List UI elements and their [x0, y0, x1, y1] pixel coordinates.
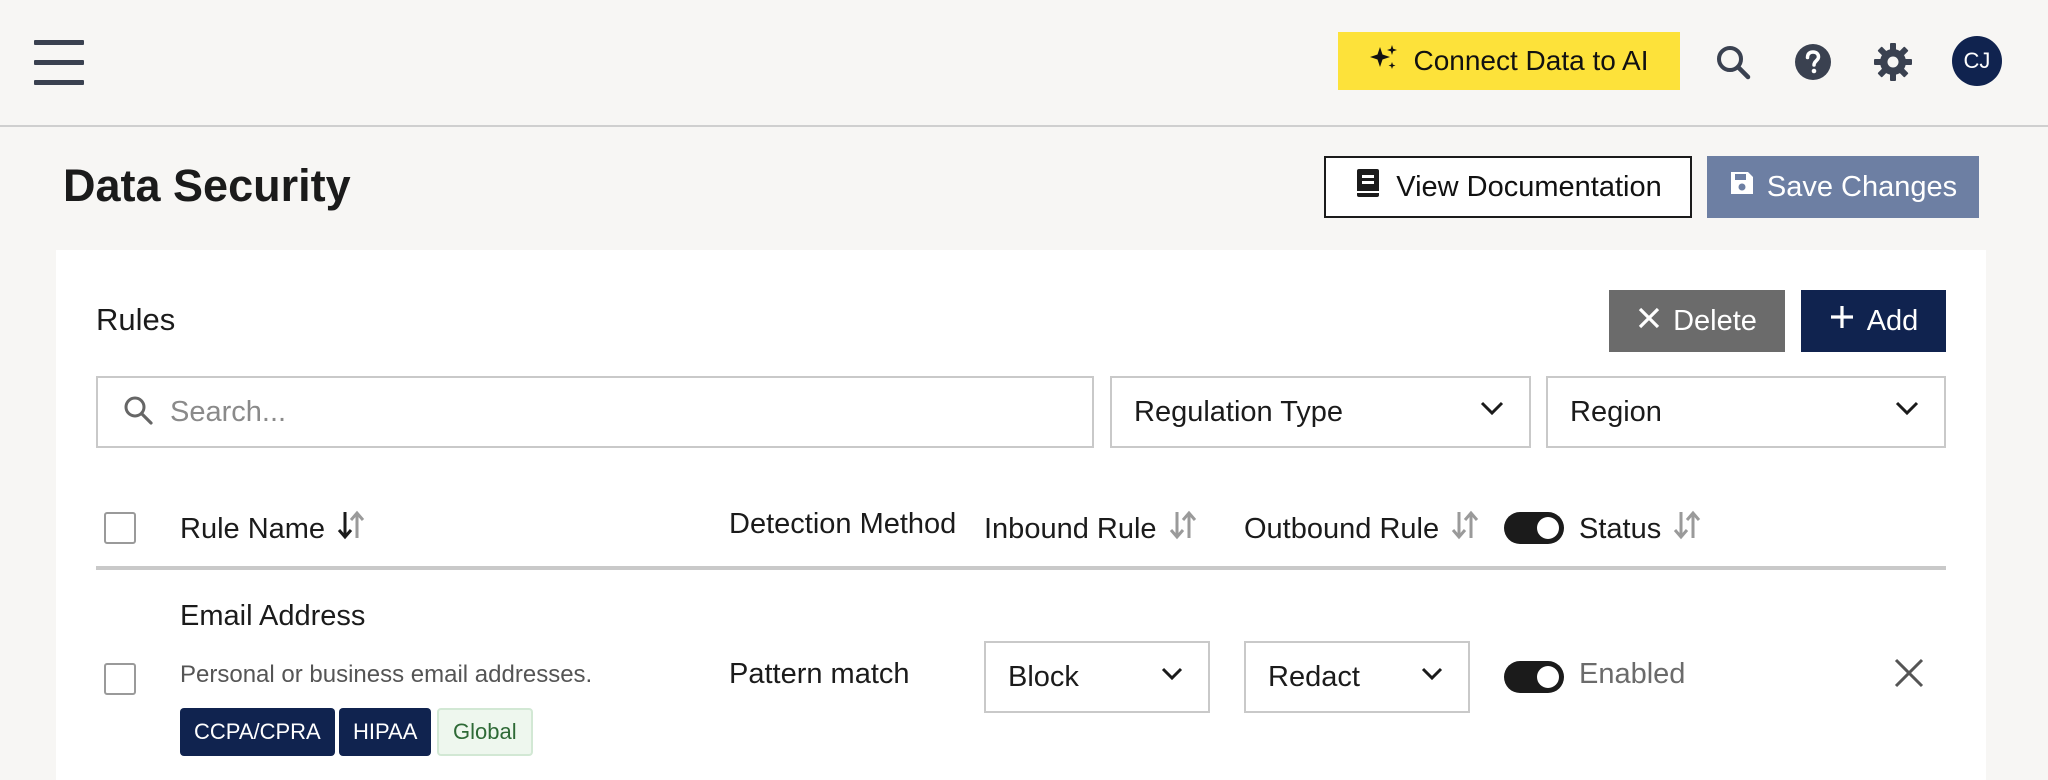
status-toggle[interactable]: [1504, 661, 1564, 693]
outbound-rule-value: Redact: [1268, 660, 1360, 693]
chevron-down-icon: [1158, 659, 1186, 695]
column-header-rule-name[interactable]: Rule Name: [180, 508, 367, 550]
sort-icon[interactable]: [1167, 508, 1199, 550]
select-all-checkbox[interactable]: [104, 512, 136, 544]
connect-data-to-ai-label: Connect Data to AI: [1413, 45, 1649, 76]
inbound-rule-value: Block: [1008, 660, 1079, 693]
search-icon[interactable]: [1713, 42, 1753, 82]
help-icon[interactable]: [1793, 42, 1833, 82]
outbound-rule-select[interactable]: Redact: [1244, 641, 1470, 713]
view-documentation-label: View Documentation: [1396, 170, 1662, 203]
detection-method-label: Detection Method: [729, 508, 957, 540]
connect-data-to-ai-button[interactable]: Connect Data to AI: [1338, 32, 1680, 90]
column-header-status[interactable]: Status: [1579, 508, 1703, 550]
chevron-down-icon: [1418, 659, 1446, 695]
outbound-rule-label: Outbound Rule: [1244, 512, 1440, 545]
rule-name-label: Rule Name: [180, 512, 326, 545]
add-label: Add: [1866, 304, 1919, 337]
column-header-detection-method: Detection Method: [729, 508, 956, 541]
delete-button[interactable]: Delete: [1609, 290, 1785, 352]
sort-icon[interactable]: [1449, 508, 1481, 550]
remove-row-icon[interactable]: [1892, 656, 1926, 690]
table-header: Rule Name Detection Method Inbound Rule …: [96, 490, 1946, 570]
menu-icon[interactable]: [34, 40, 86, 86]
column-header-outbound-rule[interactable]: Outbound Rule: [1244, 508, 1481, 550]
chevron-down-icon: [1892, 393, 1922, 431]
gear-icon[interactable]: [1873, 42, 1913, 82]
regulation-type-select[interactable]: Regulation Type: [1110, 376, 1531, 448]
tag-global: Global: [437, 708, 533, 756]
tag-hipaa: HIPAA: [339, 708, 432, 756]
status-label: Status: [1579, 512, 1662, 545]
region-value: Region: [1570, 395, 1662, 428]
delete-label: Delete: [1673, 304, 1757, 337]
chevron-down-icon: [1477, 393, 1507, 431]
status-all-toggle[interactable]: [1504, 512, 1564, 544]
regulation-type-value: Regulation Type: [1134, 395, 1344, 428]
sort-icon[interactable]: [335, 508, 367, 550]
save-icon: [1729, 170, 1755, 204]
search-box: [96, 376, 1094, 448]
region-select[interactable]: Region: [1546, 376, 1946, 448]
rule-description: Personal or business email addresses.: [180, 661, 593, 688]
book-icon: [1354, 168, 1382, 206]
close-icon: [1637, 305, 1661, 338]
view-documentation-button[interactable]: View Documentation: [1324, 156, 1692, 218]
add-button[interactable]: Add: [1801, 290, 1946, 352]
plus-icon: [1829, 304, 1855, 338]
status-value: Enabled: [1579, 658, 1686, 690]
inbound-rule-label: Inbound Rule: [984, 512, 1157, 545]
rules-title: Rules: [96, 302, 176, 337]
row-checkbox[interactable]: [104, 663, 136, 695]
column-header-inbound-rule[interactable]: Inbound Rule: [984, 508, 1199, 550]
sort-icon[interactable]: [1671, 508, 1703, 550]
inbound-rule-select[interactable]: Block: [984, 641, 1210, 713]
rule-name: Email Address: [180, 600, 366, 632]
save-changes-label: Save Changes: [1766, 170, 1958, 203]
detection-method-value: Pattern match: [729, 658, 910, 690]
top-bar: Connect Data to AI CJ: [0, 0, 2048, 127]
rules-card: Rules Delete Add Regulation Type Region …: [56, 250, 1986, 780]
avatar[interactable]: CJ: [1952, 36, 2002, 86]
sparkle-icon: [1369, 43, 1399, 80]
search-input[interactable]: [170, 395, 1070, 429]
search-icon: [98, 394, 154, 431]
page-title: Data Security: [63, 160, 351, 211]
tag-ccpa-cpra: CCPA/CPRA: [180, 708, 335, 756]
save-changes-button[interactable]: Save Changes: [1707, 156, 1979, 218]
